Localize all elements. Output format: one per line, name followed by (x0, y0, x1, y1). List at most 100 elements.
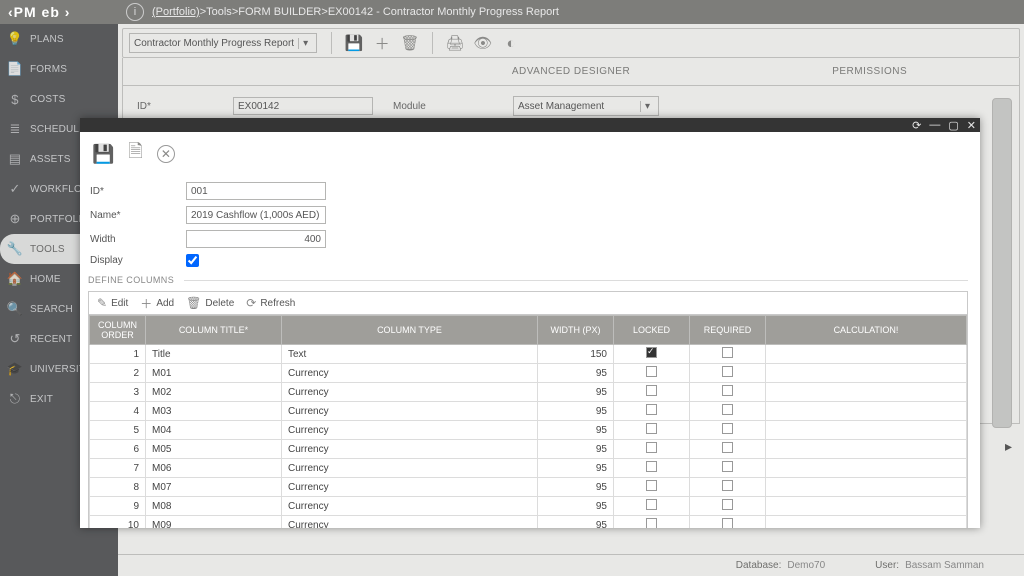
chevron-down-icon: ▾ (640, 101, 654, 112)
crumb-tools[interactable]: Tools (206, 6, 232, 18)
cell-required[interactable] (690, 478, 766, 497)
table-row[interactable]: 3M02Currency95 (90, 383, 967, 402)
grid-edit-button[interactable]: ✎Edit (97, 296, 128, 310)
crumb-formbuilder[interactable]: FORM BUILDER (238, 6, 321, 18)
checkbox-icon[interactable] (722, 347, 733, 358)
table-row[interactable]: 10M09Currency95 (90, 516, 967, 529)
th-title[interactable]: COLUMN TITLE* (146, 316, 282, 345)
cell-locked[interactable] (614, 364, 690, 383)
chevron-right-icon[interactable]: ▸ (1005, 438, 1012, 455)
tab-1[interactable]: ADVANCED DESIGNER (422, 58, 721, 85)
table-row[interactable]: 9M08Currency95 (90, 497, 967, 516)
mf-name-input[interactable] (186, 206, 326, 224)
cell-title: M07 (146, 478, 282, 497)
cell-required[interactable] (690, 516, 766, 529)
th-type[interactable]: COLUMN TYPE (282, 316, 538, 345)
checkbox-icon[interactable] (722, 461, 733, 472)
cell-locked[interactable] (614, 440, 690, 459)
checkbox-icon[interactable] (646, 385, 657, 396)
exit-icon: ⎋ (6, 391, 24, 407)
cell-required[interactable] (690, 345, 766, 364)
sidebar-item-costs[interactable]: $COSTS (0, 84, 118, 114)
cell-locked[interactable] (614, 421, 690, 440)
info-icon[interactable]: i (126, 3, 144, 21)
mf-display-checkbox[interactable] (186, 254, 199, 267)
th-calc[interactable]: CALCULATION! (766, 316, 967, 345)
maximize-icon[interactable]: ▢ (948, 119, 958, 132)
reload-icon[interactable]: ⟳ (912, 119, 921, 132)
cell-locked[interactable] (614, 516, 690, 529)
mf-id-input[interactable] (186, 182, 326, 200)
minimize-icon[interactable]: — (929, 119, 940, 131)
cell-locked[interactable] (614, 459, 690, 478)
cell-required[interactable] (690, 383, 766, 402)
table-row[interactable]: 4M03Currency95 (90, 402, 967, 421)
crumb-portfolio[interactable]: (Portfolio) (152, 6, 200, 18)
close-icon[interactable]: ✕ (967, 119, 976, 132)
th-required[interactable]: REQUIRED (690, 316, 766, 345)
checkbox-icon[interactable] (646, 366, 657, 377)
table-row[interactable]: 6M05Currency95 (90, 440, 967, 459)
th-locked[interactable]: LOCKED (614, 316, 690, 345)
grid-delete-button[interactable]: 🗑Delete (186, 296, 234, 310)
checkbox-icon[interactable] (646, 480, 657, 491)
checkbox-icon[interactable] (722, 442, 733, 453)
mf-width-input[interactable] (186, 230, 326, 248)
cell-required[interactable] (690, 497, 766, 516)
cell-locked[interactable] (614, 478, 690, 497)
record-dropdown[interactable]: Contractor Monthly Progress Report ▾ (129, 33, 317, 53)
cancel-icon[interactable]: ✕ (157, 145, 175, 163)
logo: ‹PM eb › (0, 0, 118, 24)
checkbox-icon[interactable] (722, 385, 733, 396)
cell-locked[interactable] (614, 383, 690, 402)
save-icon[interactable]: 💾 (343, 34, 365, 52)
right-scrollbar[interactable]: ▸ (992, 98, 1014, 536)
cell-locked[interactable] (614, 497, 690, 516)
checkbox-icon[interactable] (722, 423, 733, 434)
delete-icon[interactable]: 🗑 (399, 34, 421, 52)
checkbox-icon[interactable] (722, 366, 733, 377)
toggle-icon[interactable]: ◐ (500, 35, 522, 52)
table-row[interactable]: 5M04Currency95 (90, 421, 967, 440)
table-row[interactable]: 8M07Currency95 (90, 478, 967, 497)
checkbox-icon[interactable] (646, 404, 657, 415)
save-icon[interactable]: 💾 (92, 144, 114, 165)
cell-required[interactable] (690, 402, 766, 421)
checkbox-icon[interactable] (646, 499, 657, 510)
print-icon[interactable]: 🖨 (444, 34, 466, 52)
table-row[interactable]: 2M01Currency95 (90, 364, 967, 383)
cell-required[interactable] (690, 421, 766, 440)
grid-add-button[interactable]: ＋Add (140, 295, 174, 312)
checkbox-icon[interactable] (722, 404, 733, 415)
grid-refresh-button[interactable]: ⟳Refresh (246, 296, 295, 310)
cell-required[interactable] (690, 459, 766, 478)
checkbox-icon[interactable] (646, 461, 657, 472)
table-row[interactable]: 7M06Currency95 (90, 459, 967, 478)
th-order[interactable]: COLUMN ORDER (90, 316, 146, 345)
form-id-input[interactable] (233, 97, 373, 115)
save-new-icon[interactable]: 🗎 (128, 139, 142, 169)
tab-0[interactable] (123, 58, 422, 85)
sidebar-item-plans[interactable]: 💡PLANS (0, 24, 118, 54)
sidebar-item-forms[interactable]: 📄FORMS (0, 54, 118, 84)
cell-required[interactable] (690, 364, 766, 383)
module-dropdown[interactable]: Asset Management ▾ (513, 96, 659, 116)
checkbox-icon[interactable] (722, 518, 733, 528)
checkbox-icon[interactable] (646, 518, 657, 528)
crumb-code[interactable]: EX00142 (328, 6, 373, 18)
columns-grid[interactable]: COLUMN ORDER COLUMN TITLE* COLUMN TYPE W… (88, 315, 968, 528)
checkbox-icon[interactable] (646, 423, 657, 434)
assets-icon: ▤ (6, 151, 24, 167)
cell-required[interactable] (690, 440, 766, 459)
checkbox-icon[interactable] (722, 480, 733, 491)
checkbox-icon[interactable] (722, 499, 733, 510)
cell-locked[interactable] (614, 345, 690, 364)
cell-locked[interactable] (614, 402, 690, 421)
preview-icon[interactable]: 👁 (472, 34, 494, 52)
tab-2[interactable]: PERMISSIONS (720, 58, 1019, 85)
table-row[interactable]: 1TitleText150 (90, 345, 967, 364)
th-width[interactable]: WIDTH (PX) (538, 316, 614, 345)
checkbox-icon[interactable] (646, 347, 657, 358)
add-icon[interactable]: ＋ (371, 33, 393, 54)
checkbox-icon[interactable] (646, 442, 657, 453)
